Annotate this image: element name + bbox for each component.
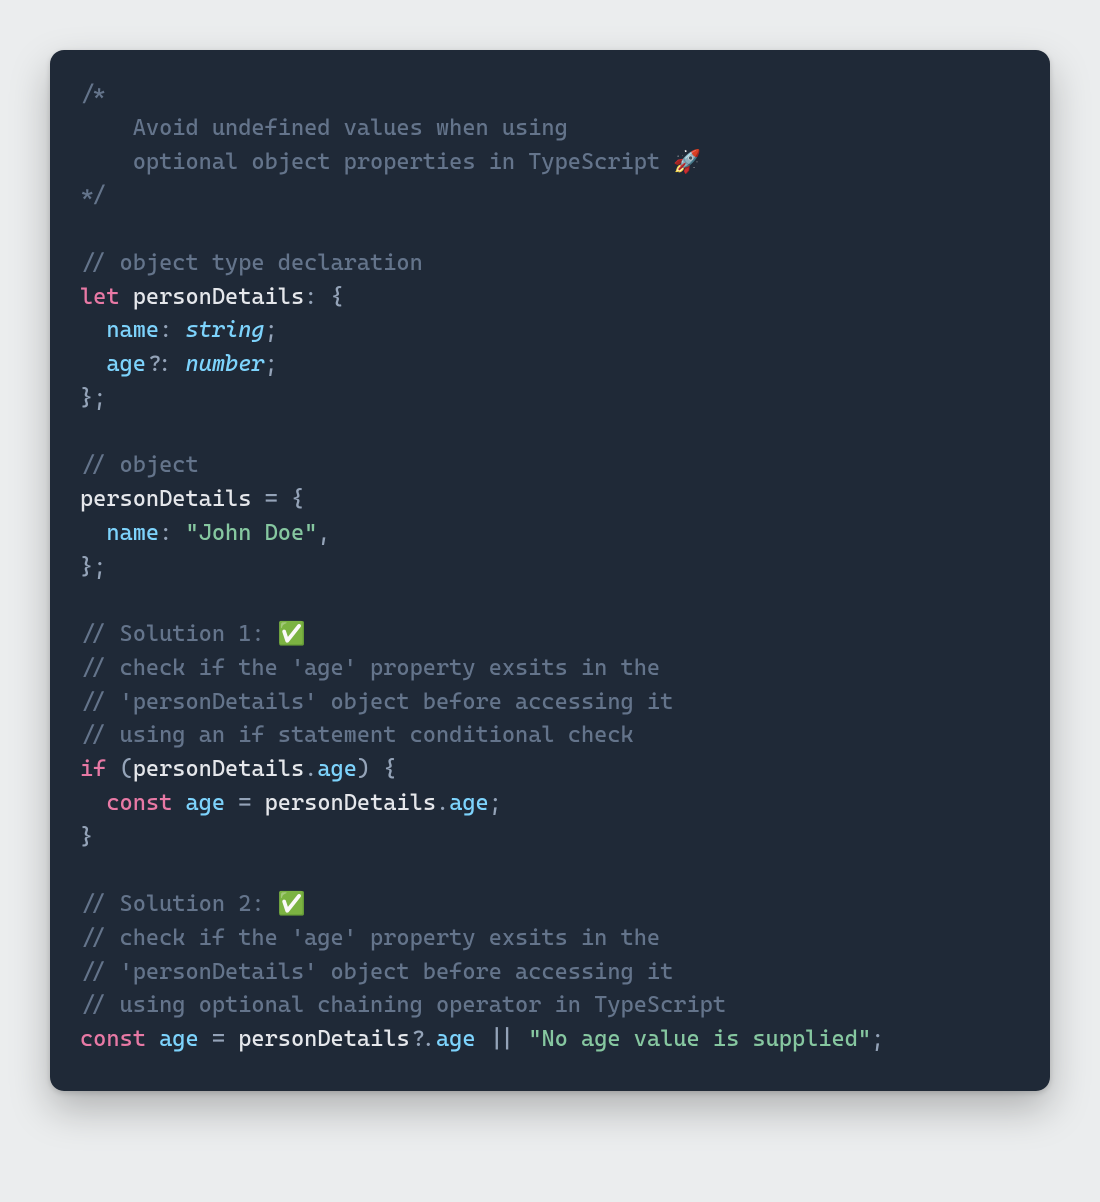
keyword-if: if [80,756,106,782]
paren: ( [120,756,133,782]
punct: . [436,790,449,816]
op: || [489,1026,515,1052]
comment: // Solution 2: ✅ [80,891,306,917]
punct: . [304,756,317,782]
property: age [436,1026,476,1052]
punct: , [317,520,330,546]
punct: ; [265,317,278,343]
identifier: personDetails [133,756,304,782]
punct: ? [146,351,159,377]
identifier: personDetails [238,1026,409,1052]
comment: // check if the 'age' property exsits in… [80,925,660,951]
brace: } [80,554,93,580]
punct: : [159,351,172,377]
string: "John Doe" [185,520,317,546]
code-window: /* Avoid undefined values when using opt… [50,50,1050,1091]
comment: Avoid undefined values when using [80,115,568,141]
identifier: personDetails [80,486,251,512]
optional-chain: ?. [410,1026,436,1052]
comment: // object [80,452,199,478]
code-block: /* Avoid undefined values when using opt… [80,78,1020,1057]
comment: // Solution 1: ✅ [80,621,306,647]
keyword-let: let [80,284,120,310]
identifier: personDetails [265,790,436,816]
brace: { [331,284,344,310]
punct: ; [93,554,106,580]
punct: ; [489,790,502,816]
property: name [106,317,159,343]
property: age [106,351,146,377]
brace: } [80,385,93,411]
brace: } [80,824,93,850]
punct: ; [265,351,278,377]
identifier: personDetails [133,284,304,310]
keyword-const: const [106,790,172,816]
op: = [238,790,251,816]
punct: : [159,520,172,546]
op: = [212,1026,225,1052]
type: number [186,351,265,377]
comment: // 'personDetails' object before accessi… [80,959,673,985]
property: age [317,756,357,782]
comment: // object type declaration [80,250,423,276]
keyword-const: const [80,1026,146,1052]
punct: ; [93,385,106,411]
comment: // using an if statement conditional che… [80,722,634,748]
comment: /* [80,81,106,107]
punct: ; [871,1026,884,1052]
punct: : [159,317,172,343]
type: string [185,317,264,343]
property: age [449,790,489,816]
comment: */ [80,182,106,208]
comment: optional object properties in TypeScript… [80,149,701,175]
comment: // using optional chaining operator in T… [80,992,726,1018]
punct: : [304,284,317,310]
string: "No age value is supplied" [528,1026,871,1052]
identifier: age [185,790,225,816]
identifier: age [159,1026,199,1052]
paren: ) [357,756,370,782]
brace: { [291,486,304,512]
property: name [106,520,159,546]
comment: // 'personDetails' object before accessi… [80,689,673,715]
op: = [265,486,278,512]
brace: { [383,756,396,782]
comment: // check if the 'age' property exsits in… [80,655,660,681]
